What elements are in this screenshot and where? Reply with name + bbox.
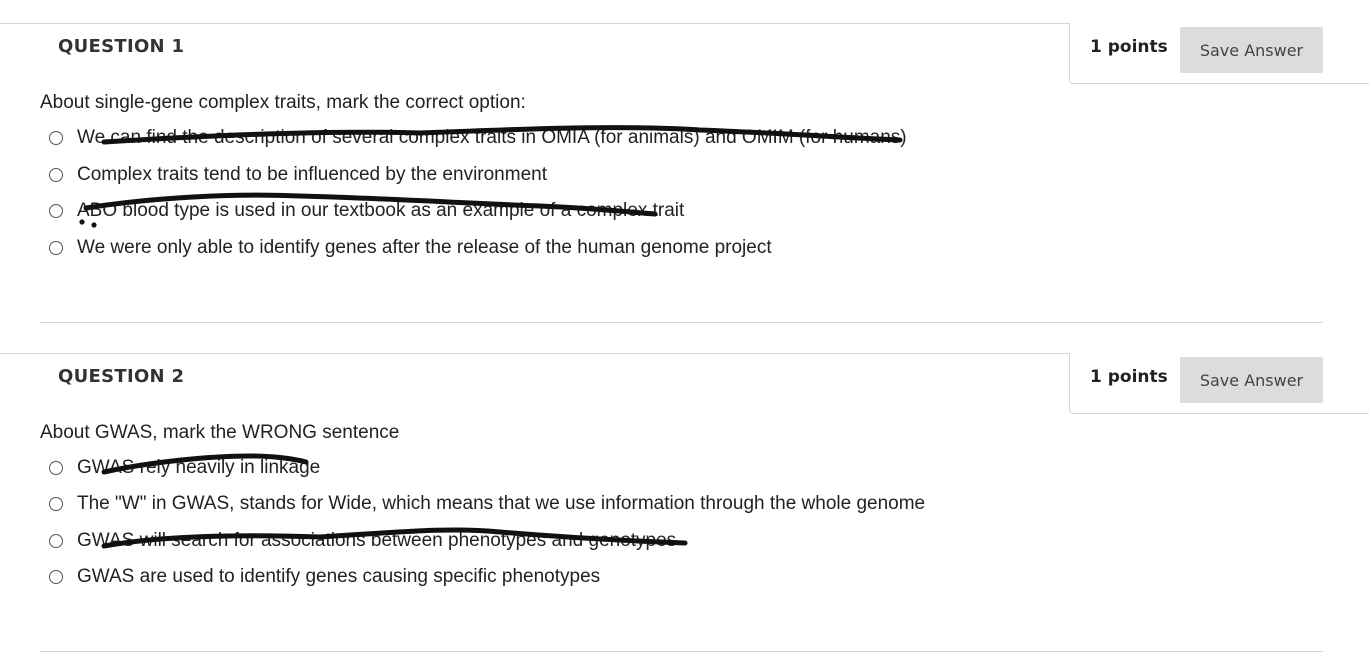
ink-dot [91, 222, 97, 228]
radio-button[interactable] [49, 497, 63, 511]
points-panel: 1 points Save Answer [1069, 23, 1369, 84]
save-answer-button[interactable]: Save Answer [1180, 357, 1323, 403]
save-answer-button[interactable]: Save Answer [1180, 27, 1323, 73]
radio-button[interactable] [49, 131, 63, 145]
radio-button[interactable] [49, 168, 63, 182]
question-divider [40, 651, 1323, 652]
points-label: 1 points [1090, 37, 1168, 57]
question-prompt: About single-gene complex traits, mark t… [40, 92, 526, 113]
answer-option[interactable]: Complex traits tend to be influenced by … [49, 163, 547, 187]
points-label: 1 points [1090, 367, 1168, 387]
question-divider [40, 322, 1323, 323]
option-label[interactable]: We can find the description of several c… [77, 127, 907, 149]
option-label[interactable]: GWAS are used to identify genes causing … [77, 566, 600, 588]
points-panel: 1 points Save Answer [1069, 353, 1369, 414]
answer-option[interactable]: We were only able to identify genes afte… [49, 236, 772, 260]
answer-option[interactable]: We can find the description of several c… [49, 126, 907, 150]
answer-option[interactable]: GWAS rely heavily in linkage [49, 456, 320, 480]
question-title: QUESTION 1 [58, 36, 185, 57]
answer-option[interactable]: ABO blood type is used in our textbook a… [49, 199, 684, 223]
option-label[interactable]: GWAS rely heavily in linkage [77, 457, 320, 479]
question-title: QUESTION 2 [58, 366, 185, 387]
radio-button[interactable] [49, 570, 63, 584]
option-label[interactable]: Complex traits tend to be influenced by … [77, 164, 547, 186]
option-label[interactable]: GWAS will search for associations betwee… [77, 530, 676, 552]
answer-option[interactable]: GWAS will search for associations betwee… [49, 529, 676, 553]
answer-option[interactable]: The "W" in GWAS, stands for Wide, which … [49, 492, 925, 516]
radio-button[interactable] [49, 461, 63, 475]
option-label[interactable]: The "W" in GWAS, stands for Wide, which … [77, 493, 925, 515]
radio-button[interactable] [49, 534, 63, 548]
option-label[interactable]: We were only able to identify genes afte… [77, 237, 772, 259]
option-label[interactable]: ABO blood type is used in our textbook a… [77, 200, 684, 222]
radio-button[interactable] [49, 241, 63, 255]
radio-button[interactable] [49, 204, 63, 218]
question-prompt: About GWAS, mark the WRONG sentence [40, 422, 400, 443]
answer-option[interactable]: GWAS are used to identify genes causing … [49, 565, 600, 589]
